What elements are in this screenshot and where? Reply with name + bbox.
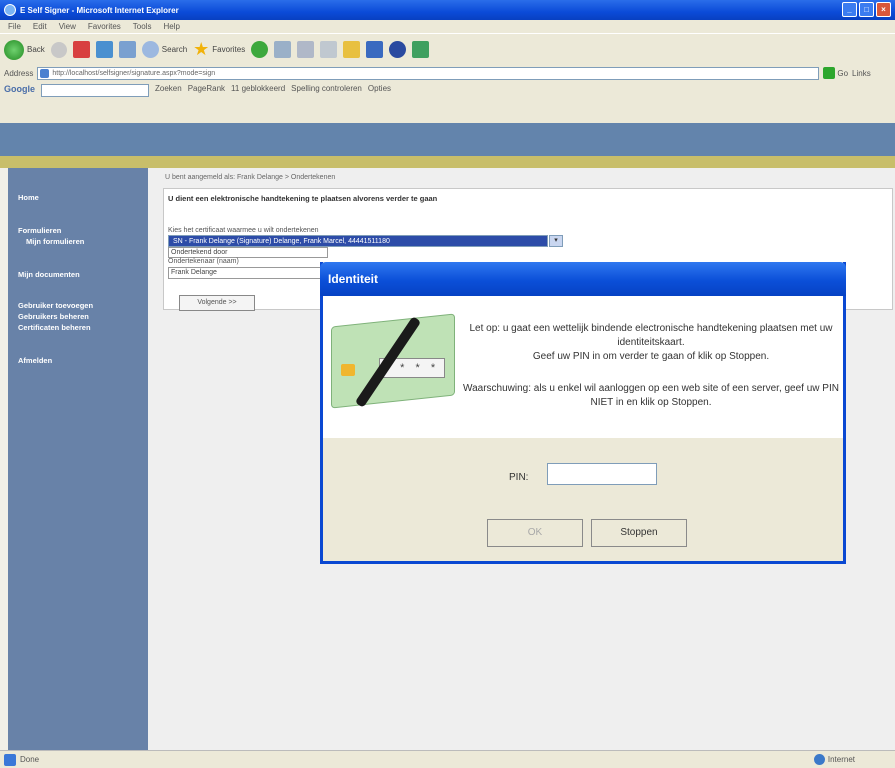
bluetooth-icon[interactable] — [389, 41, 407, 58]
pin-input[interactable] — [547, 463, 657, 485]
id-card-illustration-icon: * * * * — [331, 313, 455, 416]
window-controls: _ □ × — [842, 2, 891, 17]
sidebar-item-my-forms[interactable]: Mijn formulieren — [8, 236, 148, 247]
window-titlebar: E Self Signer - Microsoft Internet Explo… — [0, 0, 895, 20]
header-divider — [0, 156, 895, 168]
identity-dialog: Identiteit * * * * Let op: u gaat een we… — [320, 262, 846, 564]
menu-tools[interactable]: Tools — [133, 22, 152, 31]
forward-icon[interactable] — [50, 41, 67, 58]
ie-logo-icon — [4, 4, 16, 16]
stop-icon[interactable] — [72, 41, 90, 58]
history-icon[interactable] — [274, 41, 292, 58]
google-search-button[interactable]: Zoeken — [155, 84, 182, 93]
spellcheck-button[interactable]: Spelling controleren — [291, 84, 362, 93]
search-icon — [141, 41, 159, 58]
links-label[interactable]: Links — [852, 69, 871, 78]
ok-button[interactable]: OK — [487, 519, 583, 547]
print-icon[interactable] — [320, 41, 338, 58]
dialog-message-area: * * * * Let op: u gaat een wettelijk bin… — [323, 296, 843, 438]
stop-button[interactable]: Stoppen — [591, 519, 687, 547]
home-icon[interactable] — [118, 41, 136, 58]
signer-field[interactable]: Ondertekend door — [168, 247, 328, 258]
status-text: Done — [20, 755, 40, 764]
back-button[interactable]: Back — [4, 39, 45, 60]
certificate-label: Kies het certificaat waarmee u wilt onde… — [168, 227, 319, 234]
address-label: Address — [4, 68, 34, 78]
google-search-input[interactable] — [41, 84, 149, 97]
google-toolbar: Google Zoeken PageRank 11 geblokkeerd Sp… — [0, 81, 895, 123]
minimize-icon[interactable]: _ — [842, 2, 857, 17]
folder-icon[interactable] — [343, 41, 361, 58]
google-options-button[interactable]: Opties — [368, 84, 391, 93]
menu-file[interactable]: File — [8, 22, 21, 31]
certificate-select[interactable]: SN - Frank Delange (Signature) Delange, … — [168, 235, 563, 247]
form-title: U dient een elektronische handtekening t… — [168, 194, 438, 203]
security-zone: Internet — [813, 754, 855, 765]
messenger-icon[interactable] — [366, 41, 384, 58]
sidebar: Home Formulieren Mijn formulieren Mijn d… — [8, 168, 148, 750]
google-logo[interactable]: Google — [4, 84, 35, 94]
go-arrow-icon — [823, 67, 836, 79]
refresh-icon[interactable] — [95, 41, 113, 58]
menu-help[interactable]: Help — [163, 22, 179, 31]
pin-label: PIN: — [509, 472, 529, 483]
window-title: E Self Signer - Microsoft Internet Explo… — [20, 5, 179, 15]
menu-bar: File Edit View Favorites Tools Help — [0, 20, 895, 33]
chevron-down-icon[interactable]: ▾ — [549, 235, 563, 247]
login-warning-text: Waarschuwing: als u enkel wil aanloggen … — [463, 383, 839, 408]
popup-blocked-label[interactable]: 11 geblokkeerd — [231, 84, 285, 93]
sidebar-item-add-user[interactable]: Gebruiker toevoegen — [8, 300, 148, 311]
menu-favorites[interactable]: Favorites — [88, 22, 121, 31]
status-bar: Done Internet — [0, 750, 895, 768]
signer-name-field[interactable]: Frank Delange — [168, 267, 328, 279]
tools-icon[interactable] — [412, 41, 430, 58]
sidebar-item-manage-users[interactable]: Gebruikers beheren — [8, 311, 148, 322]
search-button[interactable]: Search — [141, 41, 187, 58]
globe-icon — [813, 754, 825, 765]
legal-warning-text: Let op: u gaat een wettelijk bindende el… — [469, 323, 833, 362]
menu-view[interactable]: View — [59, 22, 76, 31]
favorites-button[interactable]: ★ Favorites — [193, 39, 245, 60]
sidebar-item-manage-certificates[interactable]: Certificaten beheren — [8, 322, 148, 333]
address-bar: Address http://localhost/selfsigner/sign… — [0, 65, 895, 81]
signer-name-label: Ondertekenaar (naam) — [168, 258, 239, 265]
card-chip-icon — [341, 364, 355, 376]
favorites-star-icon: ★ — [193, 39, 210, 59]
sidebar-item-forms[interactable]: Formulieren — [8, 225, 148, 236]
browser-toolbar: Back Search ★ Favorites — [0, 33, 895, 65]
pagerank-label: PageRank — [187, 84, 226, 93]
next-button[interactable]: Volgende >> — [179, 295, 255, 311]
go-button[interactable]: Go — [823, 67, 848, 79]
page-done-icon — [4, 753, 16, 766]
sidebar-item-home[interactable]: Home — [8, 192, 148, 203]
back-arrow-icon — [4, 39, 24, 60]
mail-icon[interactable] — [297, 41, 315, 58]
close-icon[interactable]: × — [876, 2, 891, 17]
sidebar-item-logout[interactable]: Afmelden — [8, 355, 148, 366]
media-icon[interactable] — [251, 41, 269, 58]
dialog-title: Identiteit — [320, 262, 846, 296]
menu-edit[interactable]: Edit — [33, 22, 47, 31]
breadcrumb: U bent aangemeld als: Frank Delange > On… — [165, 174, 336, 181]
page-header — [0, 123, 895, 156]
sidebar-item-my-documents[interactable]: Mijn documenten — [8, 269, 148, 280]
maximize-icon[interactable]: □ — [859, 2, 874, 17]
address-input[interactable]: http://localhost/selfsigner/signature.as… — [37, 66, 820, 80]
